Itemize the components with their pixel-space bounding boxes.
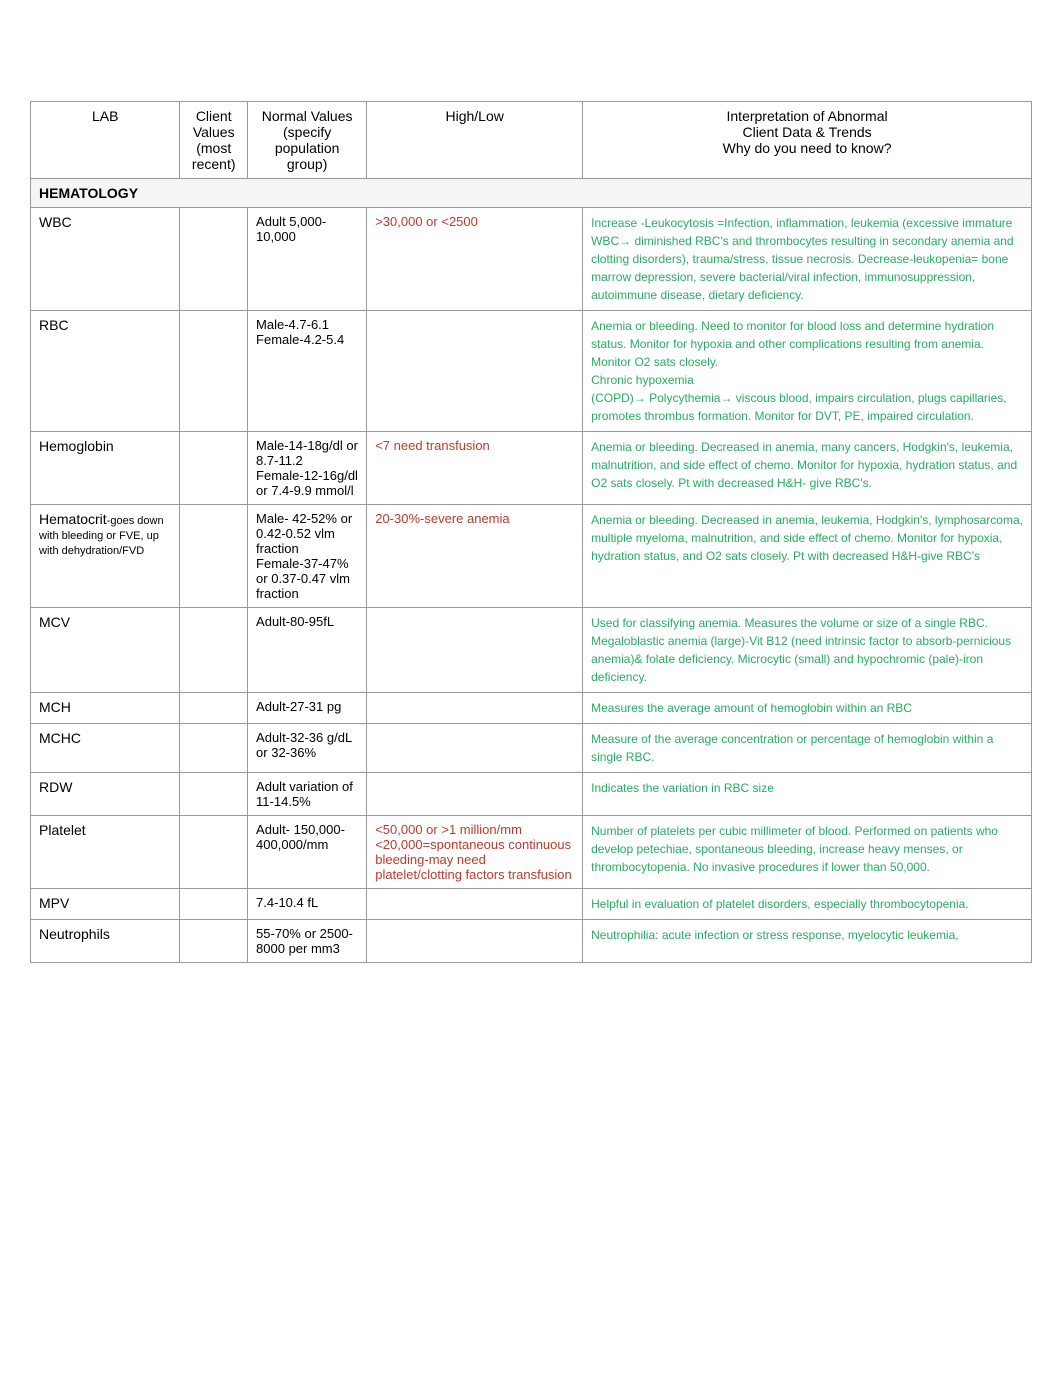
normal-values-cell: Adult-27-31 pg (248, 693, 367, 724)
lab-name-cell: RDW (31, 773, 180, 816)
client-values-cell (180, 693, 248, 724)
lab-name-cell: Hematocrit-goes down with bleeding or FV… (31, 505, 180, 608)
lab-name: MCH (39, 699, 71, 715)
high-low-cell (367, 311, 583, 432)
normal-values-cell: Adult-80-95fL (248, 608, 367, 693)
high-low-cell (367, 693, 583, 724)
client-values-cell (180, 816, 248, 889)
interpretation-cell: Number of platelets per cubic millimeter… (583, 816, 1032, 889)
header-lab: LAB (31, 102, 180, 179)
diagnostic-table: LAB Client Values(most recent) Normal Va… (30, 101, 1032, 963)
normal-values-cell: 55-70% or 2500-8000 per mm3 (248, 920, 367, 963)
lab-name: Platelet (39, 822, 86, 838)
lab-name: Hematocrit (39, 511, 107, 527)
high-low-cell: <50,000 or >1 million/mm <20,000=spontan… (367, 816, 583, 889)
client-values-cell (180, 724, 248, 773)
interpretation-cell: Neutrophilia: acute infection or stress … (583, 920, 1032, 963)
section-header-row: HEMATOLOGY (31, 179, 1032, 208)
client-values-cell (180, 208, 248, 311)
client-values-cell (180, 920, 248, 963)
high-low-cell (367, 920, 583, 963)
table-header-row: LAB Client Values(most recent) Normal Va… (31, 102, 1032, 179)
table-row: RDW Adult variation of 11-14.5% Indicates … (31, 773, 1032, 816)
table-row: Neutrophils 55-70% or 2500-8000 per mm3 Ne… (31, 920, 1032, 963)
interpretation-cell: Helpful in evaluation of platelet disord… (583, 889, 1032, 920)
lab-name: WBC (39, 214, 72, 230)
client-values-cell (180, 608, 248, 693)
high-low-cell (367, 608, 583, 693)
client-values-cell (180, 889, 248, 920)
section-name: HEMATOLOGY (31, 179, 1032, 208)
header-high-low: High/Low (367, 102, 583, 179)
lab-name: MPV (39, 895, 69, 911)
normal-values-cell: Male- 42-52% or 0.42-0.52 vlm fraction F… (248, 505, 367, 608)
lab-name: Neutrophils (39, 926, 110, 942)
lab-name-cell: WBC (31, 208, 180, 311)
normal-values-cell: Male-14-18g/dl or 8.7-11.2 Female-12-16g… (248, 432, 367, 505)
table-row: Platelet Adult- 150,000-400,000/mm<50,000… (31, 816, 1032, 889)
high-low-cell: 20-30%-severe anemia (367, 505, 583, 608)
table-row: RBC Male-4.7-6.1 Female-4.2-5.4 Anemia or … (31, 311, 1032, 432)
lab-name: RBC (39, 317, 69, 333)
normal-values-cell: Adult variation of 11-14.5% (248, 773, 367, 816)
table-row: MCH Adult-27-31 pg Measures the average am… (31, 693, 1032, 724)
table-row: MPV 7.4-10.4 fL Helpful in evaluation of p… (31, 889, 1032, 920)
header-interpretation: Interpretation of AbnormalClient Data & … (583, 102, 1032, 179)
high-low-cell (367, 773, 583, 816)
lab-name: MCV (39, 614, 70, 630)
normal-values-cell: Adult 5,000-10,000 (248, 208, 367, 311)
lab-name-cell: Hemoglobin (31, 432, 180, 505)
interpretation-cell: Used for classifying anemia. Measures th… (583, 608, 1032, 693)
table-row: Hemoglobin Male-14-18g/dl or 8.7-11.2 Fem… (31, 432, 1032, 505)
interpretation-cell: Anemia or bleeding. Need to monitor for … (583, 311, 1032, 432)
interpretation-cell: Measure of the average concentration or … (583, 724, 1032, 773)
lab-name-cell: MCV (31, 608, 180, 693)
interpretation-cell: Anemia or bleeding. Decreased in anemia,… (583, 432, 1032, 505)
table-row: MCHC Adult-32-36 g/dL or 32-36% Measure of… (31, 724, 1032, 773)
client-values-cell (180, 311, 248, 432)
high-low-cell: <7 need transfusion (367, 432, 583, 505)
high-low-cell (367, 889, 583, 920)
high-low-cell (367, 724, 583, 773)
interpretation-cell: Measures the average amount of hemoglobi… (583, 693, 1032, 724)
client-values-cell (180, 773, 248, 816)
lab-name: RDW (39, 779, 72, 795)
lab-name-cell: Neutrophils (31, 920, 180, 963)
lab-name-cell: MCH (31, 693, 180, 724)
client-values-cell (180, 505, 248, 608)
client-values-cell (180, 432, 248, 505)
high-low-cell: >30,000 or <2500 (367, 208, 583, 311)
interpretation-cell: Increase -Leukocytosis =Infection, infla… (583, 208, 1032, 311)
lab-name: Hemoglobin (39, 438, 114, 454)
header-client-values: Client Values(most recent) (180, 102, 248, 179)
normal-values-cell: 7.4-10.4 fL (248, 889, 367, 920)
page-header (30, 30, 1032, 81)
interpretation-cell: Indicates the variation in RBC size (583, 773, 1032, 816)
table-row: Hematocrit-goes down with bleeding or FV… (31, 505, 1032, 608)
lab-name-cell: Platelet (31, 816, 180, 889)
header-normal-values: Normal Values(specify populationgroup) (248, 102, 367, 179)
normal-values-cell: Adult- 150,000-400,000/mm (248, 816, 367, 889)
lab-name-cell: MPV (31, 889, 180, 920)
lab-name-cell: RBC (31, 311, 180, 432)
lab-name-cell: MCHC (31, 724, 180, 773)
table-row: WBC Adult 5,000-10,000>30,000 or <2500Inc… (31, 208, 1032, 311)
normal-values-cell: Adult-32-36 g/dL or 32-36% (248, 724, 367, 773)
normal-values-cell: Male-4.7-6.1 Female-4.2-5.4 (248, 311, 367, 432)
lab-name: MCHC (39, 730, 81, 746)
table-row: MCV Adult-80-95fL Used for classifying ane… (31, 608, 1032, 693)
interpretation-cell: Anemia or bleeding. Decreased in anemia,… (583, 505, 1032, 608)
